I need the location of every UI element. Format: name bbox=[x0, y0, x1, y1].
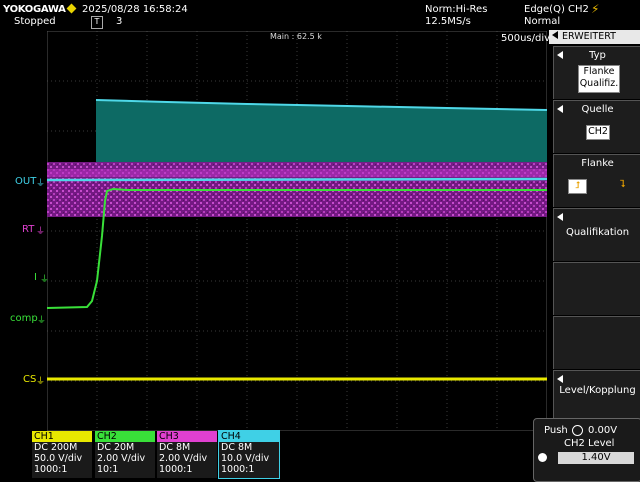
push-label: Push bbox=[544, 425, 568, 436]
channel-info-ch1[interactable]: CH1 DC 200M 50.0 V/div 1000:1 bbox=[32, 431, 92, 478]
channel-name: CH4 bbox=[219, 431, 279, 442]
waveform-svg bbox=[47, 31, 547, 431]
channel-info-ch3[interactable]: CH3 DC 8M 2.00 V/div 1000:1 bbox=[157, 431, 217, 478]
ch4-out-trace bbox=[47, 177, 547, 182]
channel-marker-out: OUT bbox=[15, 176, 37, 187]
sample-rate: 12.5MS/s bbox=[425, 16, 471, 27]
grid-lines bbox=[47, 31, 547, 431]
trigger-mode: Normal bbox=[524, 16, 561, 27]
brand-diamond-icon bbox=[66, 3, 77, 14]
channel-info-ch4[interactable]: CH4 DC 8M 10.0 V/div 1000:1 bbox=[218, 430, 280, 479]
ground-icon: ⏚ bbox=[40, 275, 50, 285]
channel-name: CH3 bbox=[157, 431, 217, 442]
channel-marker-cs: CS bbox=[23, 374, 37, 385]
channel-marker-rt: RT bbox=[22, 224, 35, 235]
back-arrow-icon[interactable] bbox=[552, 31, 558, 39]
status-header: YOKOGAWA 2025/08/28 16:58:24 Stopped T 3… bbox=[0, 0, 640, 30]
soft-key-menu: ERWEITERT Typ Flanke Qualifiz. Quelle CH… bbox=[549, 30, 640, 432]
flanke-label: Flanke bbox=[581, 158, 614, 169]
acquisition-mode: Norm:Hi-Res bbox=[425, 4, 488, 15]
channel-coupling: DC 8M bbox=[159, 442, 191, 453]
channel-info-ch2[interactable]: CH2 DC 20M 2.00 V/div 10:1 bbox=[95, 431, 155, 478]
channel-marker-comp: comp bbox=[10, 313, 38, 324]
menu-arrow-icon bbox=[557, 375, 563, 383]
trigger-position-icon: T bbox=[91, 16, 103, 29]
channel-probe: 10:1 bbox=[97, 464, 119, 475]
rising-edge-button[interactable]: ⮥ bbox=[568, 179, 587, 194]
channel-scale: 10.0 V/div bbox=[221, 453, 270, 464]
channel-coupling: DC 200M bbox=[34, 442, 78, 453]
menu-title-text: ERWEITERT bbox=[562, 31, 616, 42]
acquisition-status: Stopped bbox=[14, 16, 56, 27]
ground-icon: ⏚ bbox=[36, 227, 46, 237]
channel-scale: 50.0 V/div bbox=[34, 453, 83, 464]
trigger-count: 3 bbox=[116, 16, 123, 27]
level-kopplung-label: Level/Kopplung bbox=[559, 385, 636, 396]
quelle-value-button[interactable]: CH2 bbox=[586, 125, 610, 140]
level-knob-panel[interactable]: Push 0.00V CH2 Level 1.40V bbox=[533, 418, 640, 482]
push-value: 0.00V bbox=[588, 425, 618, 436]
level-value-field[interactable]: 1.40V bbox=[558, 452, 634, 464]
menu-level-kopplung[interactable]: Level/Kopplung bbox=[553, 370, 640, 423]
quelle-label: Quelle bbox=[581, 104, 614, 115]
channel-scale: 2.00 V/div bbox=[159, 453, 208, 464]
trigger-setting: Edge(Q) CH2 bbox=[524, 4, 589, 15]
falling-edge-button[interactable]: ⮧ bbox=[614, 179, 631, 192]
menu-title: ERWEITERT bbox=[549, 30, 640, 44]
datetime: 2025/08/28 16:58:24 bbox=[82, 4, 188, 15]
channel-marker-i: I bbox=[34, 272, 37, 283]
ground-icon: ⏚ bbox=[37, 316, 47, 326]
qualifikation-label: Qualifikation bbox=[565, 227, 630, 238]
knob-indicator-icon bbox=[538, 453, 547, 462]
menu-empty-2 bbox=[553, 316, 640, 369]
menu-arrow-icon bbox=[557, 213, 563, 221]
typ-value-line2: Qualifiz. bbox=[579, 78, 619, 89]
main-record-length: Main : 62.5 k bbox=[270, 32, 322, 41]
typ-value-line1: Flanke bbox=[583, 66, 615, 77]
timebase: 500us/div bbox=[501, 33, 551, 44]
knob-icon bbox=[572, 425, 583, 436]
ground-icon: ⏚ bbox=[36, 377, 46, 387]
waveform-display[interactable]: Main : 62.5 k 500us/div bbox=[47, 31, 551, 431]
level-title: CH2 Level bbox=[564, 438, 615, 449]
ground-icon: ⏚ bbox=[36, 179, 46, 189]
channel-probe: 1000:1 bbox=[221, 464, 255, 475]
channel-probe: 1000:1 bbox=[34, 464, 68, 475]
menu-empty-1 bbox=[553, 262, 640, 315]
channel-probe: 1000:1 bbox=[159, 464, 193, 475]
brand-logo: YOKOGAWA bbox=[3, 4, 66, 15]
channel-scale: 2.00 V/div bbox=[97, 453, 146, 464]
rising-edge-icon: ⚡ bbox=[591, 2, 600, 16]
menu-flanke[interactable]: Flanke ⮥ ⮧ bbox=[553, 154, 640, 207]
typ-label: Typ bbox=[589, 50, 606, 61]
channel-name: CH2 bbox=[95, 431, 155, 442]
menu-typ[interactable]: Typ Flanke Qualifiz. bbox=[553, 46, 640, 99]
channel-coupling: DC 8M bbox=[221, 442, 253, 453]
channel-name: CH1 bbox=[32, 431, 92, 442]
menu-quelle[interactable]: Quelle CH2 bbox=[553, 100, 640, 153]
channel-coupling: DC 20M bbox=[97, 442, 135, 453]
menu-qualifikation[interactable]: Qualifikation bbox=[553, 208, 640, 261]
typ-value-button[interactable]: Flanke Qualifiz. bbox=[578, 65, 620, 93]
